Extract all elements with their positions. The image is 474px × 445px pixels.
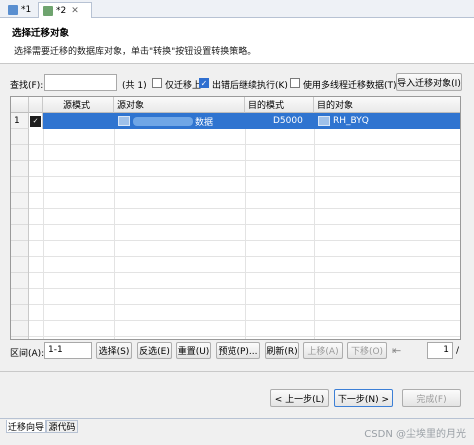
table-row[interactable]: 1 ✓ 数据 D5000 RH_BYQ bbox=[11, 113, 460, 129]
search-label: 查找(F): bbox=[10, 81, 44, 91]
redacted-blur bbox=[133, 116, 193, 126]
column-divider bbox=[43, 129, 44, 339]
page-suffix: / bbox=[456, 346, 460, 356]
close-icon[interactable]: ✕ bbox=[71, 6, 79, 16]
tab-1[interactable]: *1 bbox=[4, 2, 36, 18]
multithread-label: 使用多线程迁移数据(T) bbox=[303, 81, 397, 91]
only-migrate-label: 仅迁移上 bbox=[165, 81, 202, 91]
tab-source-code[interactable]: 源代码 bbox=[46, 420, 78, 433]
tab-2-label: *2 bbox=[56, 5, 67, 16]
check-icon: ✓ bbox=[30, 115, 41, 127]
column-divider bbox=[114, 129, 115, 339]
header-source-object[interactable]: 源对象 bbox=[114, 97, 245, 113]
table-icon bbox=[318, 116, 330, 126]
source-schema-cell[interactable] bbox=[43, 113, 114, 129]
column-divider bbox=[245, 129, 246, 339]
migration-file-icon bbox=[8, 5, 18, 15]
finish-button[interactable]: 完成(F) bbox=[402, 389, 461, 407]
header-index bbox=[11, 97, 29, 113]
migration-object-table: 源模式 源对象 目的模式 目的对象 1 ✓ 数据 D5000 RH_BYQ bbox=[10, 96, 461, 340]
page-number-input[interactable]: 1 bbox=[427, 342, 453, 359]
target-object-name: RH_BYQ bbox=[333, 116, 369, 126]
move-down-button[interactable]: 下移(O) bbox=[347, 342, 387, 359]
page-title: 选择迁移对象 bbox=[12, 28, 70, 39]
next-button[interactable]: 下一步(N) > bbox=[334, 389, 393, 407]
migration-file-icon bbox=[43, 5, 53, 16]
range-label: 区间(A): bbox=[10, 349, 45, 359]
only-migrate-checkbox[interactable] bbox=[152, 78, 162, 88]
back-button[interactable]: < 上一步(L) bbox=[270, 389, 329, 407]
watermark: CSDN @尘埃里的月光 bbox=[364, 429, 466, 440]
preview-button[interactable]: 预览(P)... bbox=[216, 342, 260, 359]
row-header-column bbox=[11, 129, 29, 339]
header-source-schema[interactable]: 源模式 bbox=[43, 97, 114, 113]
tab-migration-wizard[interactable]: 迁移向导 bbox=[6, 420, 46, 433]
source-object-cell[interactable]: 数据 bbox=[114, 113, 245, 129]
search-input[interactable] bbox=[44, 74, 117, 91]
target-schema-cell[interactable]: D5000 bbox=[245, 113, 314, 129]
continue-on-error-checkbox[interactable]: ✓ bbox=[199, 78, 209, 88]
range-input[interactable]: 1-1 bbox=[44, 342, 92, 359]
source-object-name: 数据 bbox=[195, 117, 214, 128]
row-index: 1 bbox=[11, 113, 29, 129]
refresh-button[interactable]: 刷新(R) bbox=[265, 342, 299, 359]
page-description: 选择需要迁移的数据库对象，单击"转换"按钮设置转换策略。 bbox=[14, 47, 257, 57]
empty-rows bbox=[11, 129, 460, 339]
target-object-cell[interactable]: RH_BYQ bbox=[314, 113, 460, 129]
wizard-header bbox=[0, 18, 474, 64]
tab-2[interactable]: *2 ✕ bbox=[38, 2, 92, 18]
row-checkbox[interactable]: ✓ bbox=[29, 113, 43, 129]
continue-on-error-label: 出错后继续执行(K) bbox=[212, 81, 288, 91]
first-page-icon[interactable]: ⇤ bbox=[392, 344, 401, 357]
tab-1-label: *1 bbox=[21, 5, 32, 15]
object-count: (共 1) bbox=[122, 81, 147, 91]
reset-button[interactable]: 重置(U) bbox=[176, 342, 211, 359]
column-divider bbox=[314, 129, 315, 339]
multithread-checkbox[interactable] bbox=[290, 78, 300, 88]
select-button[interactable]: 选择(S) bbox=[96, 342, 132, 359]
move-up-button[interactable]: 上移(A) bbox=[303, 342, 343, 359]
header-target-object[interactable]: 目的对象 bbox=[314, 97, 460, 113]
header-check bbox=[29, 97, 43, 113]
header-target-schema[interactable]: 目的模式 bbox=[245, 97, 314, 113]
table-icon bbox=[118, 116, 130, 126]
invert-selection-button[interactable]: 反选(E) bbox=[137, 342, 172, 359]
import-objects-button[interactable]: 导入迁移对象(I) bbox=[396, 73, 462, 91]
divider bbox=[0, 371, 474, 372]
